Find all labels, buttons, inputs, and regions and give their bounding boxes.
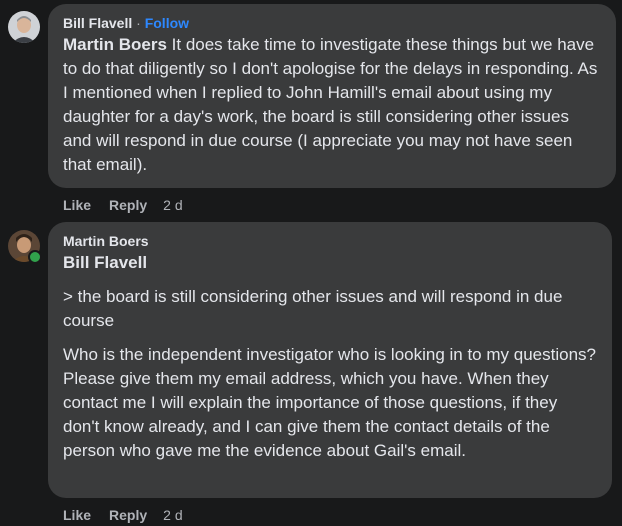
reply-button[interactable]: Reply xyxy=(109,506,147,524)
comment-body: It does take time to investigate these t… xyxy=(63,35,598,174)
like-button[interactable]: Like xyxy=(63,196,91,214)
comment-actions: Like Reply 2 d xyxy=(63,506,201,524)
timestamp[interactable]: 2 d xyxy=(163,196,182,214)
comment-bubble: Bill Flavell · Follow Martin Boers It do… xyxy=(48,4,616,188)
comment-body: Who is the independent investigator who … xyxy=(63,345,596,460)
author-name[interactable]: Martin Boers xyxy=(63,233,149,249)
comment-actions: Like Reply 2 d xyxy=(63,196,201,214)
quote-paragraph: > the board is still considering other i… xyxy=(63,287,563,330)
reply-button[interactable]: Reply xyxy=(109,196,147,214)
timestamp[interactable]: 2 d xyxy=(163,506,182,524)
mention-link[interactable]: Martin Boers xyxy=(63,35,167,54)
avatar[interactable] xyxy=(8,11,40,43)
separator: · xyxy=(132,15,145,31)
online-status-icon xyxy=(28,250,42,264)
author-name[interactable]: Bill Flavell xyxy=(63,15,132,31)
comment-text: Martin Boers It does take time to invest… xyxy=(63,33,602,177)
comment-text: Bill Flavell > the board is still consid… xyxy=(63,251,598,463)
comment-bubble: Martin Boers Bill Flavell > the board is… xyxy=(48,222,612,498)
follow-link[interactable]: Follow xyxy=(145,15,189,31)
comment-header: Martin Boers xyxy=(63,232,598,250)
mention-link[interactable]: Bill Flavell xyxy=(63,251,598,275)
comment-header: Bill Flavell · Follow xyxy=(63,14,602,32)
like-button[interactable]: Like xyxy=(63,506,91,524)
